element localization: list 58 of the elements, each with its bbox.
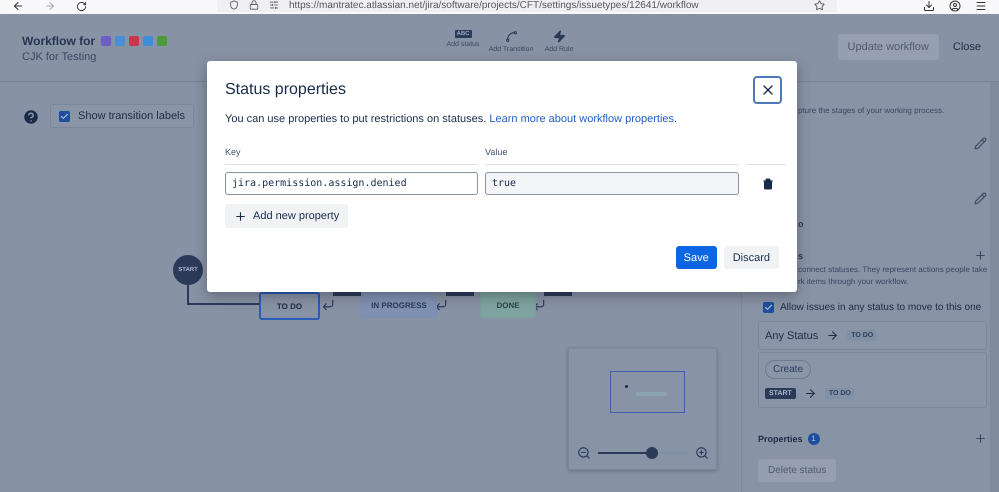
add-icon[interactable] [974, 249, 987, 262]
transition-name: Create [765, 360, 812, 379]
transitions-description: connect statuses. They represent actions people take rk items through your workflow. [798, 264, 988, 288]
workflow-title: Workflow for [22, 34, 96, 48]
account-icon[interactable] [949, 0, 961, 12]
key-field[interactable]: jira.permission.assign.denied [225, 172, 478, 195]
checkbox-label: Allow issues in any status to move to this one [780, 302, 982, 313]
menu-icon[interactable] [975, 0, 987, 12]
permissions-icon [269, 0, 279, 10]
close-button[interactable]: Close [946, 40, 987, 54]
status-name: o [797, 219, 804, 229]
column-header: Value [485, 147, 739, 165]
properties-heading: Properties [758, 434, 803, 444]
dialog-title: Status properties [225, 81, 346, 99]
back-icon[interactable] [12, 0, 24, 12]
lock-icon [249, 0, 259, 10]
status-node[interactable]: TO DO [259, 292, 320, 320]
loop-arrow-icon [321, 298, 335, 312]
trash-icon [762, 178, 774, 190]
status-node[interactable]: DONE [480, 292, 536, 318]
from-status: Any Status [765, 330, 818, 342]
add-icon[interactable] [974, 432, 987, 445]
arrow-icon [826, 329, 840, 342]
edit-icon[interactable] [974, 192, 987, 205]
close-button[interactable] [753, 76, 782, 104]
node-dot [625, 385, 628, 388]
project-name: CJK for Testing [22, 51, 98, 63]
plus-icon [234, 210, 247, 222]
add-property-button[interactable]: Add new property [225, 204, 348, 228]
status-description: pture the stages of your working process. [797, 106, 946, 115]
zoom-in-icon[interactable] [695, 446, 709, 460]
url-text: https://mantratec.atlassian.net/jira/software/projects/CFT/settings/issuetypes/12641/workflow [289, 0, 699, 10]
help-icon [22, 108, 40, 126]
address-bar[interactable]: https://mantratec.atlassian.net/jira/software/projects/CFT/settings/issuetypes/12641/workflow [217, 0, 837, 12]
checkbox[interactable] [59, 110, 70, 122]
dialog-intro: You can use properties to put restrictions on statuses. Learn more about workflow properties. [225, 113, 678, 125]
loop-arrow-icon [434, 298, 448, 312]
column-header: Key [225, 147, 478, 165]
download-icon[interactable] [923, 0, 935, 12]
shield-icon [229, 0, 239, 10]
status-node[interactable]: IN PROGRESS [361, 292, 437, 318]
learn-more-link[interactable]: Learn more about workflow properties [489, 113, 674, 125]
reload-icon[interactable] [76, 1, 87, 12]
connector-icon [504, 30, 518, 43]
count-badge: 1 [808, 432, 820, 444]
lightning-icon [552, 30, 566, 43]
show-labels-toggle[interactable]: Show transition labels [50, 104, 194, 128]
zoom-out-icon[interactable] [577, 446, 591, 460]
checkbox[interactable] [763, 302, 774, 313]
slider-thumb[interactable] [646, 447, 658, 459]
help-button[interactable] [22, 108, 40, 126]
discard-button[interactable]: Discard [724, 246, 779, 269]
value-field[interactable]: true [485, 172, 739, 195]
bookmark-icon[interactable] [814, 0, 825, 10]
edit-icon[interactable] [974, 137, 987, 150]
save-button[interactable]: Save [676, 246, 717, 269]
arrow-icon [804, 387, 817, 400]
toggle-label: Show transition labels [78, 110, 186, 122]
